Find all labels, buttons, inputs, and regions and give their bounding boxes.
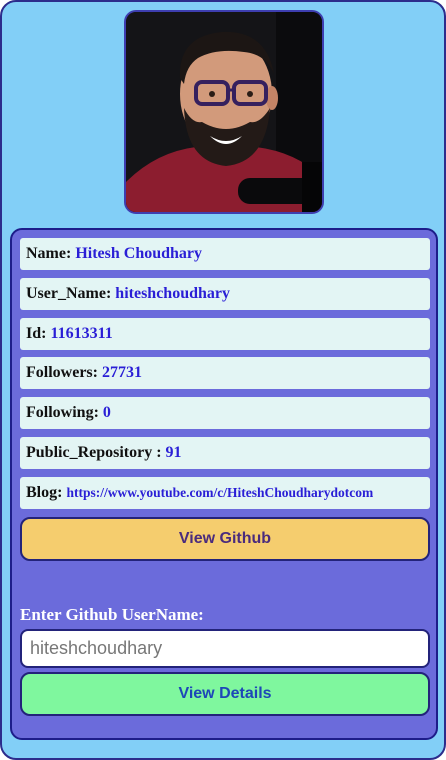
blog-link[interactable]: https://www.youtube.com/c/HiteshChoudhar… [66, 485, 373, 501]
profile-details-panel: Name: Hitesh Choudhary User_Name: hitesh… [10, 228, 438, 740]
followers-label: Followers: [26, 364, 98, 381]
followers-row: Followers: 27731 [20, 357, 430, 389]
username-row: User_Name: hiteshchoudhary [20, 278, 430, 310]
username-value: hiteshchoudhary [115, 285, 230, 302]
username-search-input[interactable]: hiteshchoudhary [20, 629, 430, 668]
username-search-input-text: hiteshchoudhary [30, 638, 163, 658]
blog-row: Blog: https://www.youtube.com/c/HiteshCh… [20, 477, 430, 509]
name-label: Name: [26, 245, 72, 262]
following-row: Following: 0 [20, 397, 430, 429]
profile-card: Name: Hitesh Choudhary User_Name: hitesh… [0, 0, 446, 760]
avatar [124, 10, 324, 214]
username-label: User_Name: [26, 285, 112, 302]
avatar-image [126, 12, 322, 212]
id-value: 11613311 [50, 325, 113, 342]
public-repository-row: Public_Repository : 91 [20, 437, 430, 469]
followers-value: 27731 [101, 364, 142, 381]
name-row: Name: Hitesh Choudhary [20, 238, 430, 270]
public-repository-value: 91 [165, 444, 182, 461]
name-value: Hitesh Choudhary [75, 245, 203, 262]
following-label: Following: [26, 404, 99, 421]
id-row: Id: 11613311 [20, 318, 430, 350]
blog-label: Blog: [26, 484, 63, 501]
id-label: Id: [26, 325, 47, 342]
view-github-button[interactable]: View Github [20, 517, 430, 561]
public-repository-label: Public_Repository : [26, 444, 162, 461]
username-search-label: Enter Github UserName: [20, 605, 204, 624]
view-details-button[interactable]: View Details [20, 672, 430, 716]
following-value: 0 [102, 404, 111, 421]
